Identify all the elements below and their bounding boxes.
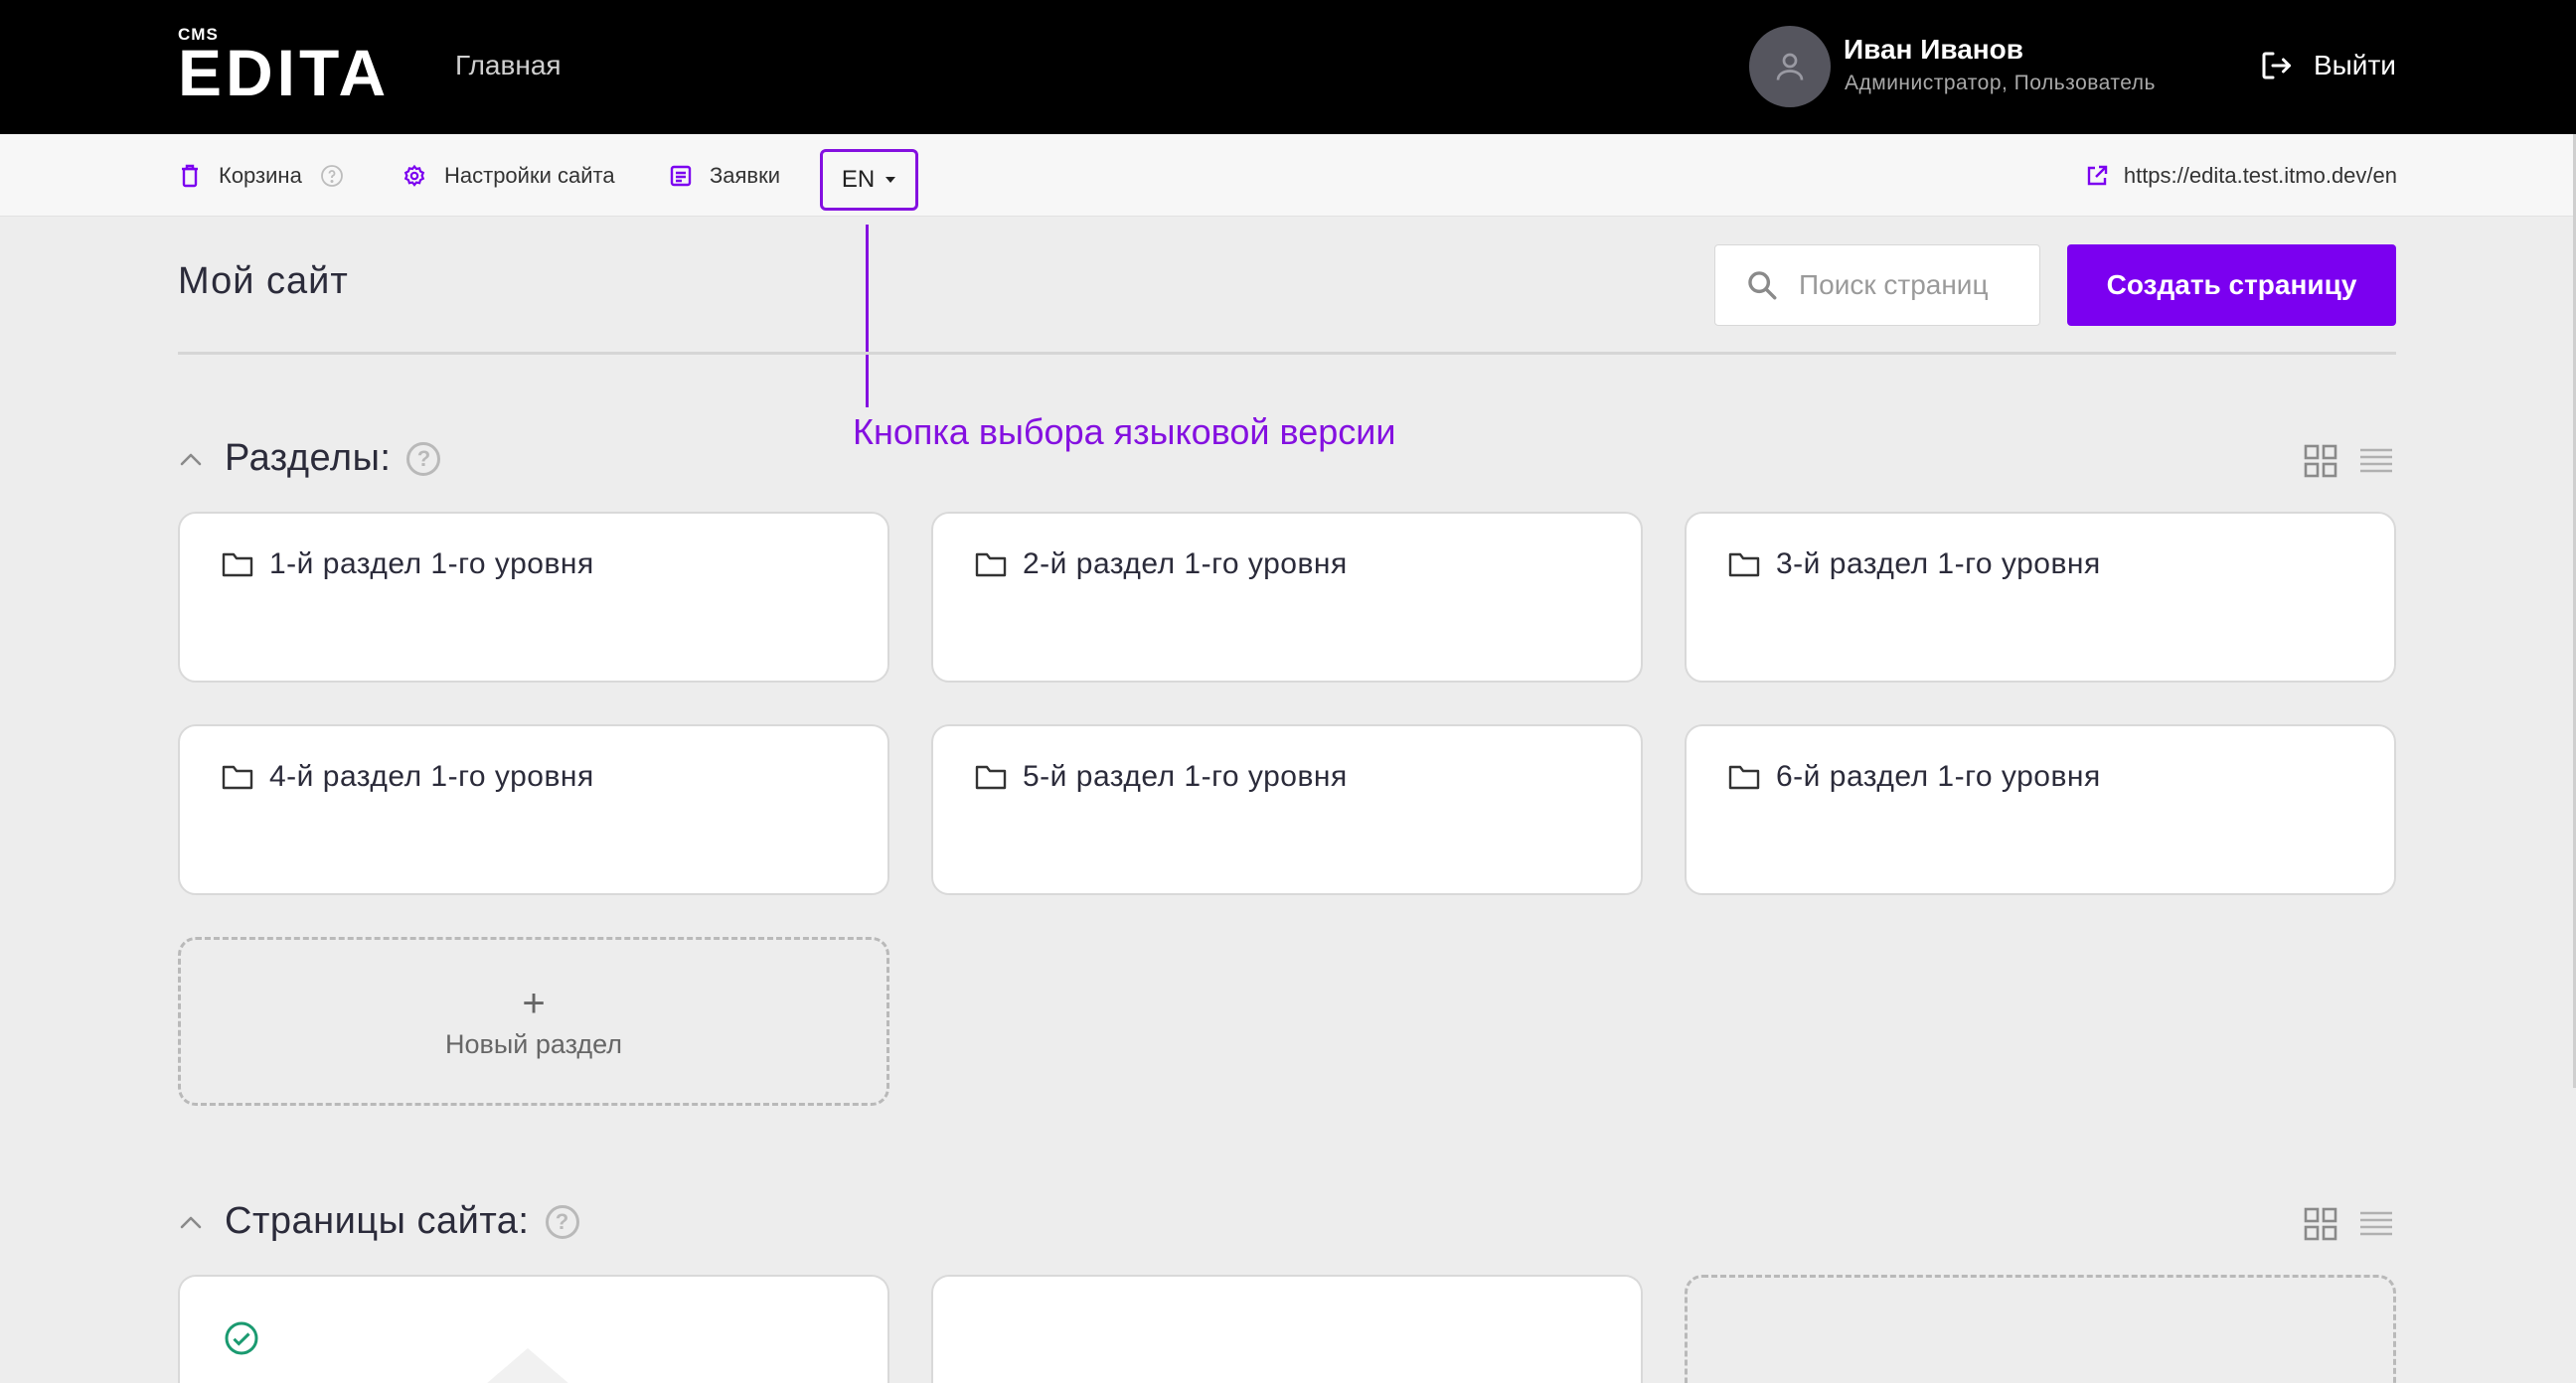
page-card[interactable] [931, 1275, 1643, 1383]
section-card[interactable]: 3-й раздел 1-го уровня [1685, 512, 2396, 683]
section-card-title: 5-й раздел 1-го уровня [1023, 760, 1348, 793]
annotation-text: Кнопка выбора языковой версии [853, 411, 1396, 452]
pages-help-icon[interactable]: ? [545, 1204, 579, 1239]
list-view-icon[interactable] [2359, 1207, 2393, 1241]
pages-view-toggle [2304, 1207, 2393, 1241]
search-icon [1748, 271, 1777, 300]
top-header: CMS EDITA Главная Иван Иванов Администра… [0, 0, 2576, 134]
section-card-title: 6-й раздел 1-го уровня [1776, 760, 2101, 793]
site-url-text: https://edita.test.itmo.dev/en [2123, 162, 2397, 188]
chevron-up-icon[interactable] [179, 1215, 203, 1229]
toolbar-site-settings[interactable]: Настройки сайта [402, 134, 615, 217]
user-role: Администратор, Пользователь [1845, 72, 2156, 94]
section-card[interactable]: 5-й раздел 1-го уровня [931, 724, 1643, 895]
pages-header: Страницы сайта: ? [179, 1200, 579, 1243]
folder-icon [222, 765, 253, 790]
folder-icon [975, 552, 1007, 577]
sections-help-icon[interactable]: ? [406, 441, 441, 476]
sections-view-toggle [2304, 444, 2393, 478]
section-card[interactable]: 6-й раздел 1-го уровня [1685, 724, 2396, 895]
section-card-label: 2-й раздел 1-го уровня [975, 547, 1348, 581]
logo-brand-text: EDITA [178, 36, 391, 109]
section-card-label: 5-й раздел 1-го уровня [975, 760, 1348, 794]
grid-view-icon[interactable] [2304, 444, 2337, 478]
section-card-title: 2-й раздел 1-го уровня [1023, 547, 1348, 580]
new-section-label: Новый раздел [445, 1028, 622, 1059]
new-page-button[interactable] [1685, 1275, 2396, 1383]
section-card[interactable]: 4-й раздел 1-го уровня [178, 724, 889, 895]
language-select-button[interactable]: EN [820, 149, 918, 211]
header-divider [178, 352, 2396, 355]
caret-down-icon [886, 177, 896, 183]
section-card-title: 4-й раздел 1-го уровня [269, 760, 594, 793]
toolbar-orders-label: Заявки [710, 162, 781, 188]
toolbar-trash-label: Корзина [219, 162, 302, 188]
grid-view-icon[interactable] [2304, 1207, 2337, 1241]
annotation-line [866, 225, 869, 407]
folder-icon [1728, 765, 1760, 790]
sections-header: Разделы: ? [179, 437, 441, 480]
user-name: Иван Иванов [1844, 34, 2024, 65]
language-current: EN [841, 166, 876, 193]
document-icon [670, 165, 692, 186]
toolbar-trash[interactable]: Корзина [179, 134, 344, 217]
user-icon [1776, 53, 1804, 80]
section-card-title: 3-й раздел 1-го уровня [1776, 547, 2101, 580]
toolbar-settings-label: Настройки сайта [444, 162, 615, 188]
page-preview-shape [487, 1348, 568, 1383]
pages-title: Страницы сайта: [225, 1200, 530, 1242]
section-card-title: 1-й раздел 1-го уровня [269, 547, 594, 580]
chevron-up-icon[interactable] [179, 452, 203, 466]
logout-icon [2262, 52, 2291, 79]
nav-home-link[interactable]: Главная [455, 50, 562, 81]
section-card-label: 1-й раздел 1-го уровня [222, 547, 594, 581]
avatar[interactable] [1749, 26, 1831, 107]
section-card-label: 3-й раздел 1-го уровня [1728, 547, 2101, 581]
plus-icon: + [522, 981, 546, 1025]
toolbar-orders[interactable]: Заявки [670, 134, 780, 217]
folder-icon [222, 552, 253, 577]
help-icon[interactable] [320, 164, 344, 188]
logo[interactable]: CMS EDITA [178, 26, 391, 109]
create-page-button[interactable]: Создать страницу [2067, 244, 2396, 326]
folder-icon [975, 765, 1007, 790]
page-card[interactable] [178, 1275, 889, 1383]
site-url-link[interactable]: https://edita.test.itmo.dev/en [2086, 134, 2397, 217]
sections-title: Разделы: [225, 437, 392, 479]
list-view-icon[interactable] [2359, 444, 2393, 478]
section-card[interactable]: 1-й раздел 1-го уровня [178, 512, 889, 683]
external-link-icon [2087, 165, 2108, 185]
trash-icon [182, 164, 198, 187]
logout-label: Выйти [2314, 50, 2396, 80]
new-section-button[interactable]: + Новый раздел [178, 937, 889, 1106]
gear-icon [403, 164, 425, 187]
search-input[interactable] [1799, 269, 2017, 301]
logout-button[interactable]: Выйти [2258, 48, 2396, 83]
folder-icon [1728, 552, 1760, 577]
section-card-label: 4-й раздел 1-го уровня [222, 760, 594, 794]
section-card-label: 6-й раздел 1-го уровня [1728, 760, 2101, 794]
check-circle-icon [225, 1321, 258, 1355]
page-title: Мой сайт [178, 260, 349, 302]
search-box[interactable] [1714, 244, 2040, 326]
section-card[interactable]: 2-й раздел 1-го уровня [931, 512, 1643, 683]
